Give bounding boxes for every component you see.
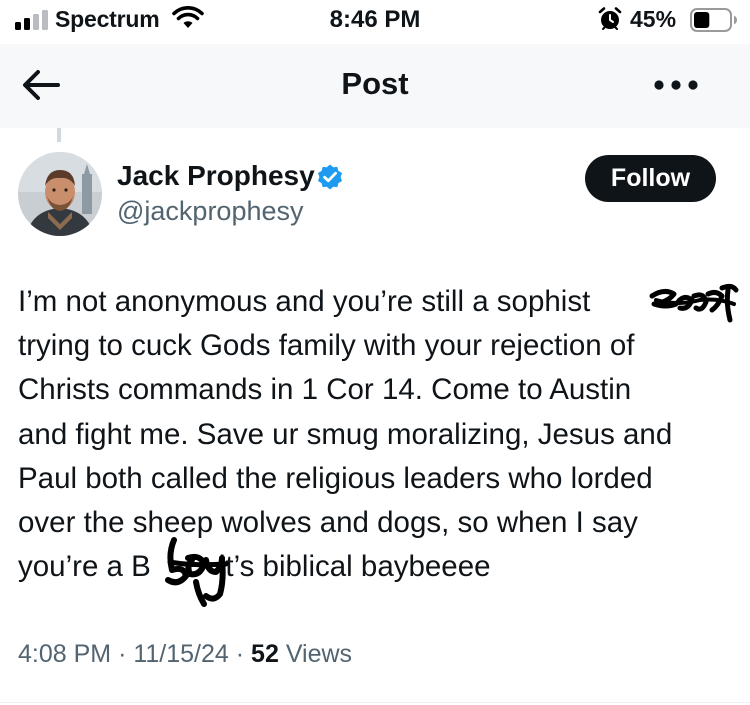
thread-connector-line	[57, 128, 61, 142]
post-text-line: trying to cuck Gods family with your rej…	[18, 329, 635, 363]
more-options-icon[interactable]	[650, 70, 702, 100]
author-avatar[interactable]	[18, 152, 102, 236]
views-label[interactable]: Views	[286, 640, 352, 668]
avatar-photo	[18, 152, 102, 236]
post-text-line: over the sheep wolves and dogs, so when …	[18, 505, 638, 539]
author-handle[interactable]: @jackprophesy	[117, 196, 304, 227]
nav-bar: Post	[0, 44, 750, 128]
follow-button[interactable]: Follow	[585, 155, 716, 202]
views-count[interactable]: 52	[251, 640, 279, 668]
post-date[interactable]: 11/15/24	[133, 640, 228, 668]
status-bar: Spectrum 8:46 PM 45%	[0, 0, 750, 44]
post-text-line: Christs commands in 1 Cor 14. Come to Au…	[18, 373, 632, 407]
verified-badge-icon	[318, 164, 342, 190]
post-text-line: I’m not anonymous and you’re still a sop…	[18, 285, 591, 318]
post-text: I’m not anonymous and you’re still a sop…	[18, 280, 738, 589]
post-text-line-last: you’re a B it’s biblical baybeeee	[18, 545, 738, 589]
divider	[0, 702, 750, 703]
post-text-fragment: it’s biblical baybeeee	[218, 550, 491, 584]
battery-icon	[690, 8, 737, 32]
post-text-fragment: you’re a B	[18, 550, 151, 584]
post-meta: 4:08 PM · 11/15/24 · 52 Views	[18, 640, 352, 669]
meta-separator: ·	[235, 640, 245, 668]
redaction-scribble	[165, 537, 229, 607]
post-text-line: Paul both called the religious leaders w…	[18, 461, 653, 495]
post-text-line: and fight me. Save ur smug moralizing, J…	[18, 417, 673, 451]
battery-percentage: 45%	[630, 6, 677, 32]
alarm-clock-icon	[598, 7, 622, 30]
meta-separator: ·	[118, 640, 127, 668]
page-title: Post	[341, 66, 409, 101]
post-screen: Spectrum 8:46 PM 45% Post Jack Prophesy …	[0, 0, 750, 705]
post-time[interactable]: 4:08 PM	[18, 640, 111, 668]
redaction-scribble	[649, 283, 739, 323]
author-name[interactable]: Jack Prophesy	[117, 160, 315, 192]
